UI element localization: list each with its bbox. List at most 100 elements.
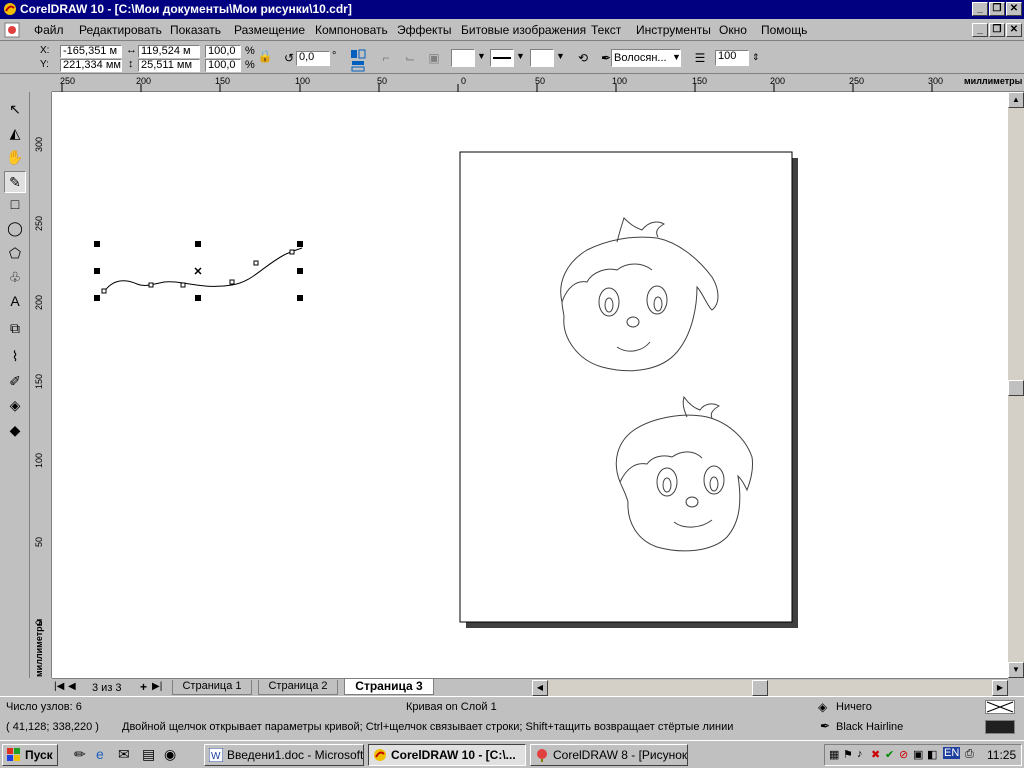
- task-coreldraw-10[interactable]: CorelDRAW 10 - [C:\...: [368, 744, 526, 766]
- shape-tool-icon[interactable]: ◭: [4, 122, 26, 144]
- left-ruler[interactable]: 300 250 200 150 100 50 0 миллиметры: [32, 92, 52, 678]
- horizontal-scroll-thumb[interactable]: [752, 680, 768, 696]
- task-word-doc[interactable]: W Введени1.doc - Microsoft ...: [204, 744, 364, 766]
- tray-antivirus-icon[interactable]: ✖: [871, 748, 880, 761]
- tray-check-icon[interactable]: ✔: [885, 748, 894, 761]
- coreldraw-app-icon[interactable]: [3, 2, 17, 16]
- menu-compose[interactable]: Компоновать: [315, 23, 388, 37]
- scale-y-field[interactable]: 100,0: [205, 59, 241, 72]
- outline-width-select[interactable]: Волосян...: [611, 49, 681, 67]
- menu-tools[interactable]: Инструменты: [636, 23, 711, 37]
- tab-page-2[interactable]: Страница 2: [258, 680, 338, 695]
- vertical-scroll-thumb[interactable]: [1008, 380, 1024, 396]
- tray-language-indicator[interactable]: EN: [943, 747, 961, 759]
- mirror-vertical-icon[interactable]: [348, 56, 368, 76]
- quick-launch-desktop-icon[interactable]: ▤: [142, 746, 155, 763]
- rectangle-tool-icon[interactable]: □: [4, 193, 26, 215]
- scroll-up-button[interactable]: ▲: [1008, 92, 1024, 108]
- scroll-down-button[interactable]: ▼: [1008, 662, 1024, 678]
- width-field[interactable]: 119,524 м: [138, 45, 200, 58]
- tray-monitor-icon[interactable]: ▣: [913, 748, 923, 761]
- end-arrow-select[interactable]: [530, 49, 554, 67]
- clock[interactable]: 11:25: [987, 748, 1016, 762]
- menu-arrange[interactable]: Размещение: [234, 23, 305, 37]
- document-icon[interactable]: [4, 22, 20, 38]
- text-tool-icon[interactable]: A: [4, 290, 26, 312]
- drawing-surface[interactable]: [52, 92, 1008, 678]
- ruler-origin[interactable]: [32, 75, 52, 92]
- ellipse-tool-icon[interactable]: ◯: [4, 217, 26, 239]
- menu-view[interactable]: Показать: [170, 23, 221, 37]
- top-ruler[interactable]: 250 200 150 100 50 0 50 100 150 200 250 …: [52, 75, 1024, 92]
- add-page-icon[interactable]: +: [140, 680, 147, 694]
- first-page-icon[interactable]: |◀: [54, 681, 64, 692]
- y-position-field[interactable]: 221,334 мм: [60, 59, 122, 72]
- tray-network-icon[interactable]: ⚑: [843, 748, 853, 761]
- smoothness-spinner[interactable]: ⇕: [752, 52, 760, 63]
- horizontal-scrollbar[interactable]: ◀ ▶: [532, 680, 1008, 696]
- restore-button[interactable]: ❐: [989, 2, 1005, 16]
- menu-effects[interactable]: Эффекты: [397, 23, 452, 37]
- fill-tool-icon[interactable]: ◈: [4, 394, 26, 416]
- interactive-blend-tool-icon[interactable]: ⧉: [4, 317, 26, 339]
- lock-ratio-icon[interactable]: 🔒: [255, 46, 275, 66]
- tab-page-3[interactable]: Страница 3: [344, 679, 434, 695]
- quick-launch-ie-icon[interactable]: e: [96, 746, 104, 762]
- break-curve-icon[interactable]: ⌙: [400, 48, 420, 68]
- scroll-right-button[interactable]: ▶: [992, 680, 1008, 696]
- eyedropper-tool-icon[interactable]: ⌇: [4, 345, 26, 367]
- rotation-field[interactable]: 0,0: [296, 51, 330, 66]
- interactive-fill-tool-icon[interactable]: ◆: [4, 419, 26, 441]
- minimize-button[interactable]: _: [972, 2, 988, 16]
- pan-tool-icon[interactable]: ✋: [4, 146, 26, 168]
- tray-printer-icon[interactable]: ⎙: [965, 748, 974, 761]
- doc-close-button[interactable]: ✕: [1006, 23, 1022, 37]
- vertical-scrollbar[interactable]: ▲ ▼: [1008, 92, 1024, 678]
- menu-text[interactable]: Текст: [591, 23, 621, 37]
- scroll-left-button[interactable]: ◀: [532, 680, 548, 696]
- line-style-select[interactable]: [490, 49, 514, 67]
- basic-shapes-tool-icon[interactable]: ♧: [4, 266, 26, 288]
- tray-shield-icon[interactable]: ◧: [927, 748, 937, 761]
- outline-swatch[interactable]: [985, 720, 1015, 734]
- tab-page-1[interactable]: Страница 1: [172, 680, 252, 695]
- doc-minimize-button[interactable]: _: [972, 23, 988, 37]
- outline-width-dropdown-icon[interactable]: ▼: [672, 52, 681, 62]
- scale-x-field[interactable]: 100,0: [205, 45, 241, 58]
- outline-tool-icon[interactable]: ✐: [4, 370, 26, 392]
- next-page-icon[interactable]: ▶|: [152, 681, 162, 692]
- tray-blocked-icon[interactable]: ⊘: [899, 748, 908, 761]
- end-arrow-dropdown-icon[interactable]: ▼: [556, 51, 565, 61]
- close-curve-icon[interactable]: ▣: [424, 48, 444, 68]
- height-field[interactable]: 25,511 мм: [138, 59, 200, 72]
- prev-page-icon[interactable]: ◀: [68, 681, 76, 692]
- polygon-tool-icon[interactable]: ⬠: [4, 242, 26, 264]
- menu-window[interactable]: Окно: [719, 23, 747, 37]
- fill-swatch-none[interactable]: [985, 700, 1015, 714]
- quick-launch-outlook-icon[interactable]: ✉: [118, 746, 130, 763]
- start-arrow-select[interactable]: [451, 49, 475, 67]
- task-coreldraw-8[interactable]: CorelDRAW 8 - [Рисунок1]: [530, 744, 688, 766]
- text-wrap-icon[interactable]: ☰: [690, 48, 710, 68]
- doc-restore-button[interactable]: ❐: [989, 23, 1005, 37]
- line-style-dropdown-icon[interactable]: ▼: [516, 51, 525, 61]
- smoothness-field[interactable]: 100: [715, 50, 749, 66]
- drawing-canvas[interactable]: [52, 92, 1008, 678]
- close-button[interactable]: ✕: [1006, 2, 1022, 16]
- join-nodes-icon[interactable]: ⌐: [376, 48, 396, 68]
- start-button[interactable]: Пуск: [2, 744, 58, 766]
- menu-bitmaps[interactable]: Битовые изображения: [461, 23, 586, 37]
- menu-edit[interactable]: Редактировать: [79, 23, 162, 37]
- tray-app-icon[interactable]: ▦: [829, 748, 839, 761]
- start-arrow-dropdown-icon[interactable]: ▼: [477, 51, 486, 61]
- freehand-tool-icon[interactable]: ✎: [4, 171, 26, 193]
- quick-launch-channels-icon[interactable]: ◉: [164, 746, 176, 763]
- quick-launch-app-icon[interactable]: ✏: [74, 746, 86, 763]
- menu-file[interactable]: Файл: [34, 23, 64, 37]
- wrap-text-icon[interactable]: ⟲: [573, 48, 593, 68]
- menu-help[interactable]: Помощь: [761, 23, 807, 37]
- selected-curve[interactable]: [94, 241, 303, 301]
- x-position-field[interactable]: -165,351 м: [60, 45, 122, 58]
- tray-volume-icon[interactable]: ♪: [857, 748, 863, 760]
- pick-tool-icon[interactable]: ↖: [4, 98, 26, 120]
